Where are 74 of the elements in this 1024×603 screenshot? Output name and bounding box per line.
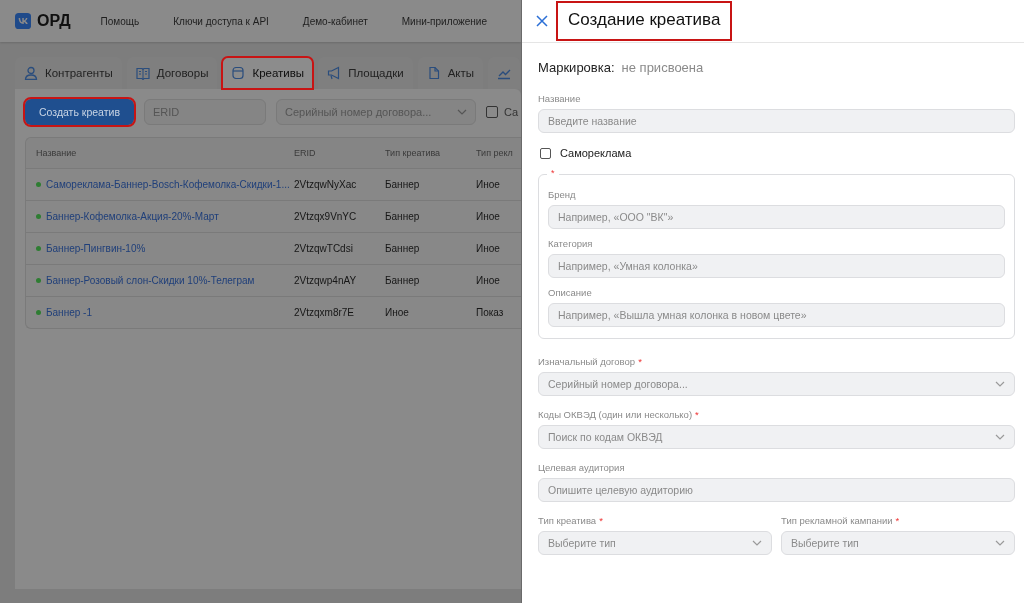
close-icon bbox=[536, 15, 548, 27]
creative-link[interactable]: Баннер-Кофемолка-Акция-20%-Март bbox=[46, 211, 219, 222]
column-header: Тип креатива bbox=[385, 148, 442, 158]
table-cell-text: Иное bbox=[476, 243, 501, 254]
table-cell-text: 2VtzqwTCdsi bbox=[294, 243, 354, 254]
checkbox[interactable] bbox=[540, 147, 551, 159]
required-mark: * bbox=[638, 356, 642, 367]
create-button[interactable]: Создать креатив bbox=[25, 99, 134, 125]
table-cell-text: 2Vtzqx9VnYC bbox=[294, 211, 358, 222]
input-field[interactable]: Например, «ООО "ВК"» bbox=[548, 205, 1005, 229]
column-header: ERID bbox=[294, 148, 317, 158]
marking-value: не присвоена bbox=[621, 60, 704, 75]
input-field[interactable]: Опишите целевую аудиторию bbox=[538, 478, 1015, 502]
table-cell-text: Иное bbox=[476, 179, 501, 190]
field-label: Бренд bbox=[548, 189, 576, 200]
cylinder-icon bbox=[231, 66, 246, 80]
table-cell-text: Баннер bbox=[385, 243, 421, 254]
checkbox-label: Самореклама bbox=[560, 147, 632, 159]
table-cell-text: 2VtzqwNyXac bbox=[294, 179, 358, 190]
table-cell-text: 2Vtzqwp4nAY bbox=[294, 275, 358, 286]
required-mark: * bbox=[599, 515, 603, 526]
input-field[interactable]: Введите название bbox=[538, 109, 1015, 133]
select-field[interactable]: Поиск по кодам ОКВЭД bbox=[538, 425, 1015, 449]
chevron-down-icon bbox=[995, 434, 1005, 440]
input-field[interactable]: Например, «Умная колонка» bbox=[548, 254, 1005, 278]
table-cell-text: Иное bbox=[385, 307, 410, 318]
nav-link[interactable]: Ключи доступа к API bbox=[173, 15, 269, 27]
column-header: Тип рекл bbox=[476, 148, 514, 158]
chevron-down-icon bbox=[995, 381, 1005, 387]
select-field[interactable]: Выберите тип bbox=[538, 531, 772, 555]
field-label: Описание bbox=[548, 287, 592, 298]
close-button[interactable] bbox=[536, 15, 548, 27]
tab[interactable]: Креативы bbox=[222, 57, 314, 89]
logo-icon bbox=[15, 10, 32, 32]
field-label: Целевая аудитория bbox=[538, 462, 625, 473]
chevron-down-icon bbox=[752, 540, 762, 546]
required-mark: * bbox=[695, 409, 699, 420]
creative-link[interactable]: Баннер-Розовый слон-Скидки 10%-Телеграм bbox=[46, 275, 255, 286]
required-mark: * bbox=[895, 515, 900, 526]
column-header: Название bbox=[35, 148, 78, 158]
table-cell-text: Баннер bbox=[385, 275, 421, 286]
select-field[interactable]: Выберите тип bbox=[781, 531, 1015, 555]
book-icon bbox=[135, 66, 150, 80]
table-cell-text: Баннер bbox=[385, 211, 421, 222]
logo-text: ОРД bbox=[37, 12, 71, 30]
creative-link[interactable]: Баннер -1 bbox=[46, 307, 92, 318]
field-label: Название bbox=[538, 93, 581, 104]
select-field[interactable]: Серийный номер договора... bbox=[538, 372, 1015, 396]
marking-label: Маркировка: bbox=[538, 60, 615, 75]
nav-link[interactable]: Помощь bbox=[100, 15, 140, 27]
field-label: Коды ОКВЭД (один или несколько) bbox=[538, 409, 693, 420]
field-label: Тип креатива bbox=[538, 515, 597, 526]
field-label: Категория bbox=[548, 238, 593, 249]
field-label: Изначальный договор bbox=[538, 356, 636, 367]
table-cell-text: Иное bbox=[476, 211, 501, 222]
nav-link[interactable]: Демо-кабинет bbox=[302, 15, 368, 27]
required-mark: * bbox=[547, 168, 559, 178]
chevron-down-icon bbox=[456, 109, 467, 115]
person-icon bbox=[24, 66, 38, 80]
input-field[interactable]: Например, «Вышла умная колонка в новом цвете» bbox=[548, 303, 1005, 327]
chevron-down-icon bbox=[995, 540, 1005, 546]
table-cell-text: Иное bbox=[476, 275, 501, 286]
checkbox[interactable] bbox=[485, 106, 498, 118]
table-cell-text: 2Vtzqxm8r7E bbox=[294, 307, 356, 318]
field-label: Тип рекламной кампании bbox=[781, 515, 893, 526]
panel-title: Создание креатива bbox=[558, 2, 731, 39]
megaphone-icon bbox=[327, 66, 342, 80]
creative-link[interactable]: Самореклама-Баннер-Bosch-Кофемолка-Скидки-1... bbox=[46, 179, 290, 190]
table-cell-text: Баннер bbox=[385, 179, 421, 190]
creative-link[interactable]: Баннер-Пингвин-10% bbox=[46, 243, 146, 254]
document-icon bbox=[426, 66, 441, 80]
table-cell-text: Показ bbox=[476, 307, 505, 318]
nav-link[interactable]: Мини-приложение bbox=[401, 15, 487, 27]
checkbox-label: Са bbox=[503, 106, 519, 118]
